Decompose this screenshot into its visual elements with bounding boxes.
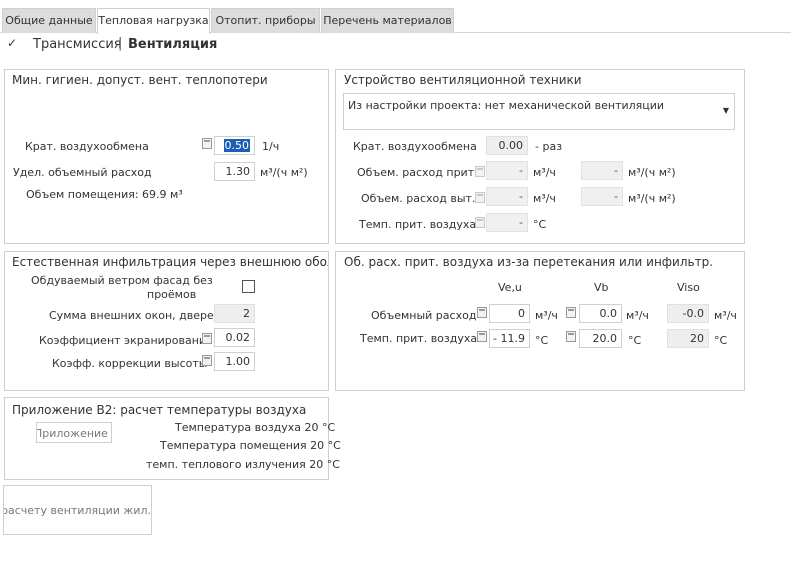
flow-viso-value: -0.0: [667, 304, 709, 323]
exhaust-spec-input: -: [581, 187, 623, 206]
calculator-icon[interactable]: [566, 331, 576, 342]
column-veu-header: Ve,u: [498, 281, 522, 294]
calculator-icon[interactable]: [477, 331, 487, 342]
appendix-b2-panel: Приложение B2: расчет температуры воздух…: [4, 397, 341, 480]
panel-title: Об. расх. прит. воздуха из-за перетекани…: [344, 255, 714, 269]
specific-flow-input[interactable]: 1.30: [214, 162, 255, 181]
height-correction-input[interactable]: 1.00: [214, 352, 255, 371]
button-label: расчету вентиляции жил. помещения: [3, 504, 151, 517]
shielding-input[interactable]: 0.02: [214, 328, 255, 347]
supply-flow-label: Объем. расход прит.: [357, 166, 478, 179]
exhaust-spec-unit: м³/(ч м²): [628, 192, 676, 205]
windward-facade-label-2: проёмов: [147, 288, 197, 301]
temp-vb-input[interactable]: 20.0: [579, 329, 622, 348]
vent-device-panel: Устройство вентиляционной техники Из нас…: [335, 69, 745, 244]
panel-title: Приложение B2: расчет температуры воздух…: [12, 403, 307, 417]
overflow-panel: Об. расх. прит. воздуха из-за перетекани…: [335, 251, 745, 391]
calculator-icon: [475, 166, 485, 177]
room-temp-text: Температура помещения 20 °C: [160, 439, 341, 452]
volume-flow-label: Объемный расход: [371, 309, 477, 322]
temp-viso-unit: °C: [714, 334, 728, 347]
windows-doors-label: Сумма внешних окон, дверей: [49, 309, 221, 322]
calculator-icon[interactable]: [477, 307, 487, 318]
supply-temp-input: -: [486, 213, 528, 232]
room-volume-text: Объем помещения: 69.9 м³: [26, 188, 183, 201]
min-hygienic-panel: Мин. гигиен. допуст. вент. теплопотери К…: [4, 69, 329, 244]
supply-flow-unit: м³/ч: [533, 166, 556, 179]
tab-heaters[interactable]: Отопит. приборы: [211, 8, 320, 33]
exhaust-flow-label: Объем. расход выт.: [361, 192, 476, 205]
supply-flow-input: -: [486, 161, 528, 180]
flow-viso-unit: м³/ч: [714, 309, 737, 322]
radiant-temp-text: темп. теплового излучения 20 °C: [146, 458, 340, 471]
calculator-icon[interactable]: [566, 307, 576, 318]
flow-vb-input[interactable]: 0.0: [579, 304, 622, 323]
flow-veu-input[interactable]: 0: [489, 304, 530, 323]
specific-flow-label: Удел. объемный расход: [13, 166, 152, 179]
air-temp-text: Температура воздуха 20 °C: [175, 421, 336, 434]
vent-mode-select[interactable]: Из настройки проекта: нет механической в…: [343, 93, 735, 130]
supply-spec-input: -: [581, 161, 623, 180]
supply-temp-label: Темп. прит. воздуха: [360, 332, 478, 345]
temp-viso-value: 20: [667, 329, 709, 348]
tab-general[interactable]: Общие данные: [2, 8, 96, 33]
air-exchange-input[interactable]: 0.50: [214, 136, 255, 155]
tab-heat-load[interactable]: Тепловая нагрузка: [97, 8, 210, 34]
chevron-down-icon: ▼: [722, 106, 729, 115]
residential-ventilation-button[interactable]: расчету вентиляции жил. помещения: [3, 485, 152, 535]
air-exchange-label: Крат. воздухообмена: [353, 140, 477, 153]
temp-vb-unit: °C: [628, 334, 642, 347]
shielding-label: Коэффициент экранирования: [39, 334, 213, 347]
tab-label: Отопит. приборы: [215, 14, 316, 27]
column-viso-header: Viso: [677, 281, 700, 294]
air-exchange-value: 0.00: [486, 136, 528, 155]
tab-label: Тепловая нагрузка: [98, 14, 209, 27]
specific-flow-unit: м³/(ч м²): [260, 166, 308, 179]
mode-checkbox-check-icon[interactable]: ✓: [7, 36, 17, 50]
calculator-icon[interactable]: [202, 355, 212, 366]
windward-facade-checkbox[interactable]: [242, 280, 255, 293]
temp-veu-unit: °C: [535, 334, 549, 347]
windward-facade-label: Обдуваемый ветром фасад без: [31, 274, 213, 287]
air-exchange-unit: 1/ч: [262, 140, 280, 153]
button-label: Приложение B2: [36, 427, 111, 440]
infiltration-panel: Естественная инфильтрация через внешнюю …: [4, 251, 329, 391]
mode-ventilation-label[interactable]: Вентиляция: [128, 37, 217, 52]
tab-bar: Общие данные Тепловая нагрузка Отопит. п…: [0, 0, 791, 34]
mode-transmission-label[interactable]: Трансмиссия: [33, 37, 122, 52]
exhaust-flow-unit: м³/ч: [533, 192, 556, 205]
supply-temp-label: Темп. прит. воздуха: [359, 218, 477, 231]
calculator-icon: [475, 217, 485, 228]
calculator-icon[interactable]: [202, 333, 212, 344]
height-correction-label: Коэфф. коррекции высоты: [52, 357, 208, 370]
mode-separator: |: [118, 36, 123, 51]
tab-materials[interactable]: Перечень материалов: [321, 8, 454, 33]
select-value: Из настройки проекта: нет механической в…: [348, 99, 665, 112]
air-exchange-unit: - раз: [535, 140, 563, 153]
panel-title: Устройство вентиляционной техники: [344, 73, 582, 87]
tab-label: Общие данные: [5, 14, 93, 27]
selected-text: 0.50: [223, 139, 250, 152]
flow-vb-unit: м³/ч: [626, 309, 649, 322]
appendix-b2-button[interactable]: Приложение B2: [36, 422, 112, 443]
column-vb-header: Vb: [594, 281, 609, 294]
tab-label: Перечень материалов: [323, 14, 452, 27]
windows-doors-value: 2: [214, 304, 255, 323]
panel-title: Естественная инфильтрация через внешнюю …: [12, 255, 329, 269]
calculator-icon: [475, 192, 485, 203]
calculator-icon[interactable]: [202, 138, 212, 149]
temp-veu-input[interactable]: - 11.9: [489, 329, 530, 348]
flow-veu-unit: м³/ч: [535, 309, 558, 322]
panel-title: Мин. гигиен. допуст. вент. теплопотери: [12, 73, 268, 87]
supply-temp-unit: °C: [533, 218, 547, 231]
exhaust-flow-input: -: [486, 187, 528, 206]
air-exchange-label: Крат. воздухообмена: [25, 140, 149, 153]
supply-spec-unit: м³/(ч м²): [628, 166, 676, 179]
